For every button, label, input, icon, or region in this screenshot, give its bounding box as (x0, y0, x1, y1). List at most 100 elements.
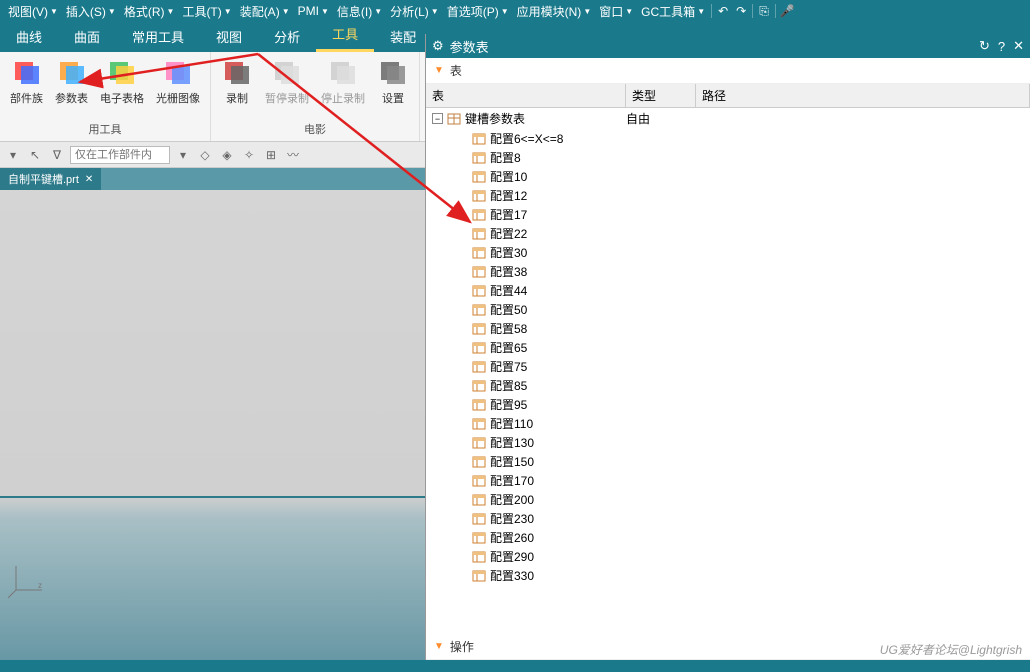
menu-item[interactable]: 应用模块(N)▼ (513, 3, 596, 20)
menu-item[interactable]: GC工具箱▼ (637, 3, 709, 20)
help-icon[interactable]: ? (998, 39, 1005, 54)
config-row[interactable]: 配置50 (426, 300, 1030, 319)
config-row[interactable]: 配置130 (426, 433, 1030, 452)
search-input[interactable] (70, 146, 170, 164)
filter-icon[interactable]: ∇ (48, 146, 66, 164)
config-label: 配置170 (490, 472, 534, 489)
dropdown-icon[interactable]: ▾ (4, 146, 22, 164)
redo-icon[interactable]: ↷ (732, 2, 750, 20)
config-label: 配置8 (490, 149, 521, 166)
menu-item[interactable]: 格式(R)▼ (120, 3, 179, 20)
config-label: 配置65 (490, 339, 527, 356)
ribbon-button[interactable]: 部件族 (4, 54, 49, 108)
dropdown-icon[interactable]: ▾ (174, 146, 192, 164)
config-row[interactable]: 配置10 (426, 167, 1030, 186)
ribbon-tab[interactable]: 装配 (374, 21, 432, 52)
chevron-down-icon: ▼ (583, 7, 591, 16)
config-row[interactable]: 配置6<=X<=8 (426, 129, 1030, 148)
menu-item[interactable]: 分析(L)▼ (386, 3, 443, 20)
config-label: 配置12 (490, 187, 527, 204)
close-icon[interactable]: ✕ (1013, 38, 1024, 54)
config-row[interactable]: 配置85 (426, 376, 1030, 395)
config-label: 配置290 (490, 548, 534, 565)
section-label: 表 (450, 62, 462, 79)
config-icon (472, 550, 486, 564)
config-icon (472, 436, 486, 450)
copy-icon[interactable]: ⎘ (755, 2, 773, 20)
chevron-down-icon: ▼ (321, 7, 329, 16)
mic-icon[interactable]: 🎤 (778, 2, 796, 20)
column-header-name[interactable]: 表 (426, 84, 626, 107)
ribbon-tab[interactable]: 曲面 (58, 21, 116, 52)
gear-icon[interactable]: ⚙ (432, 38, 444, 54)
config-icon (472, 569, 486, 583)
config-row[interactable]: 配置30 (426, 243, 1030, 262)
config-row[interactable]: 配置65 (426, 338, 1030, 357)
section-header-table[interactable]: ▼ 表 (426, 58, 1030, 84)
tree-root-row[interactable]: − 键槽参数表 自由 (426, 108, 1030, 129)
ribbon-group-label: 用工具 (89, 119, 122, 139)
chevron-down-icon: ▼ (431, 7, 439, 16)
separator (775, 4, 776, 18)
config-row[interactable]: 配置44 (426, 281, 1030, 300)
config-row[interactable]: 配置8 (426, 148, 1030, 167)
config-row[interactable]: 配置260 (426, 528, 1030, 547)
menu-item[interactable]: 装配(A)▼ (236, 3, 294, 20)
config-icon (472, 322, 486, 336)
shape-icon[interactable]: ◇ (196, 146, 214, 164)
grid-body[interactable]: − 键槽参数表 自由 配置6<=X<=8配置8配置10配置12配置17配置22配… (426, 108, 1030, 634)
cursor-icon[interactable]: ↖ (26, 146, 44, 164)
电子表格-icon (106, 56, 138, 88)
config-row[interactable]: 配置230 (426, 509, 1030, 528)
ribbon-tab[interactable]: 常用工具 (116, 21, 200, 52)
config-row[interactable]: 配置150 (426, 452, 1030, 471)
file-tab[interactable]: 自制平键槽.prt ✕ (0, 168, 101, 190)
chevron-down-icon: ▼ (374, 7, 382, 16)
ribbon-tab[interactable]: 曲线 (0, 21, 58, 52)
config-label: 配置95 (490, 396, 527, 413)
ribbon-button[interactable]: 录制 (215, 54, 259, 108)
column-header-type[interactable]: 类型 (626, 84, 696, 107)
config-row[interactable]: 配置200 (426, 490, 1030, 509)
menu-item[interactable]: 插入(S)▼ (62, 3, 120, 20)
menu-item[interactable]: 窗口▼ (595, 3, 637, 20)
close-icon[interactable]: ✕ (85, 174, 93, 185)
menu-item[interactable]: 工具(T)▼ (178, 3, 235, 20)
录制-icon (221, 56, 253, 88)
config-row[interactable]: 配置17 (426, 205, 1030, 224)
config-icon (472, 474, 486, 488)
ribbon-button[interactable]: 光栅图像 (150, 54, 206, 108)
collapse-icon[interactable]: − (432, 113, 443, 124)
grid-icon[interactable]: ⊞ (262, 146, 280, 164)
menu-item[interactable]: 视图(V)▼ (4, 3, 62, 20)
file-tab-label: 自制平键槽.prt (8, 171, 79, 187)
config-row[interactable]: 配置170 (426, 471, 1030, 490)
refresh-icon[interactable]: ↻ (979, 38, 990, 54)
config-row[interactable]: 配置110 (426, 414, 1030, 433)
config-row[interactable]: 配置95 (426, 395, 1030, 414)
config-label: 配置85 (490, 377, 527, 394)
menu-item[interactable]: 首选项(P)▼ (443, 3, 513, 20)
config-label: 配置330 (490, 567, 534, 584)
config-row[interactable]: 配置58 (426, 319, 1030, 338)
ribbon-button[interactable]: 电子表格 (94, 54, 150, 108)
ribbon-tab[interactable]: 分析 (258, 21, 316, 52)
config-row[interactable]: 配置38 (426, 262, 1030, 281)
undo-icon[interactable]: ↶ (714, 2, 732, 20)
config-row[interactable]: 配置12 (426, 186, 1030, 205)
config-row[interactable]: 配置330 (426, 566, 1030, 585)
config-row[interactable]: 配置290 (426, 547, 1030, 566)
curve-icon[interactable]: 〰 (284, 146, 302, 164)
ribbon-button[interactable]: 参数表 (49, 54, 94, 108)
ribbon-tab[interactable]: 工具 (316, 18, 374, 52)
column-header-path[interactable]: 路径 (696, 84, 1030, 107)
viewport[interactable]: z (0, 190, 425, 660)
ribbon-button[interactable]: 设置 (371, 54, 415, 108)
ribbon-tab[interactable]: 视图 (200, 21, 258, 52)
menu-item[interactable]: PMI▼ (294, 4, 333, 18)
config-row[interactable]: 配置75 (426, 357, 1030, 376)
shape-icon[interactable]: ◈ (218, 146, 236, 164)
config-row[interactable]: 配置22 (426, 224, 1030, 243)
plus-icon[interactable]: ✧ (240, 146, 258, 164)
menu-item[interactable]: 信息(I)▼ (333, 3, 386, 20)
